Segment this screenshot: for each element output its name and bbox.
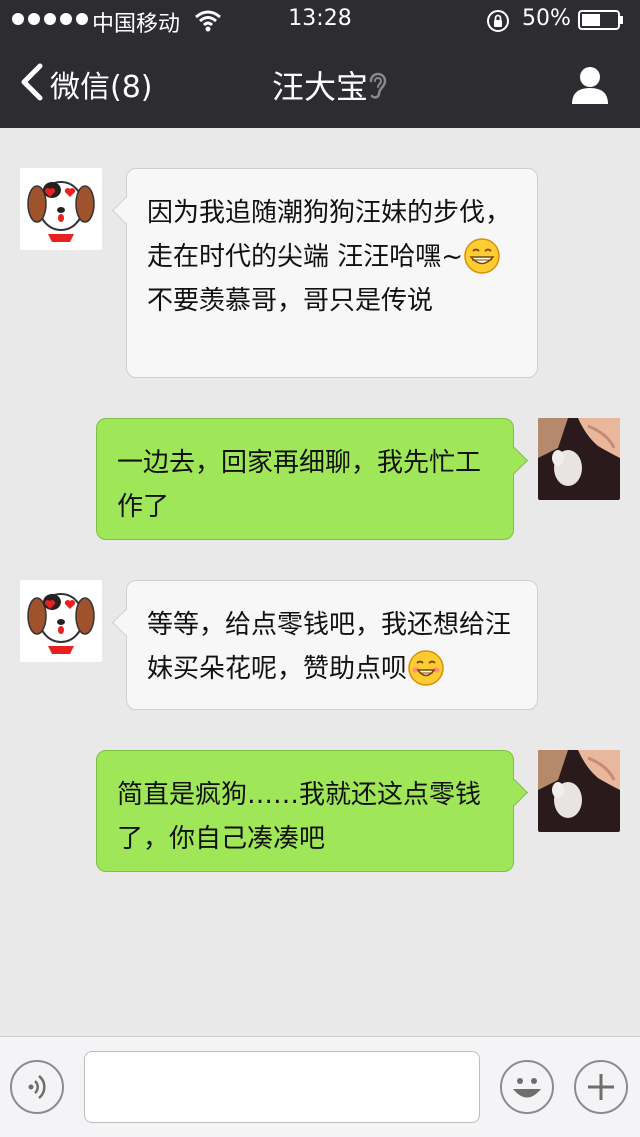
grinning-emoji-icon: [463, 237, 501, 275]
voice-input-button[interactable]: [10, 1060, 64, 1114]
message-input[interactable]: [84, 1051, 480, 1123]
message-text: 因为我追随潮狗狗汪妹的步伐，走在时代的尖端 汪汪哈嘿~: [147, 198, 512, 272]
photo-avatar-icon: [538, 418, 620, 500]
puppy-avatar-icon: [20, 580, 102, 662]
battery-icon: [578, 10, 623, 30]
puppy-avatar-icon: [20, 168, 102, 250]
plus-icon: [588, 1074, 614, 1100]
more-options-button[interactable]: [574, 1060, 628, 1114]
navigation-bar: 微信(8) 汪大宝: [0, 40, 640, 128]
message-text: 简直是疯狗……我就还这点零钱了，你自己凑凑吧: [117, 780, 482, 854]
message-text: 一边去，回家再细聊，我先忙工作了: [117, 448, 482, 522]
rotation-lock-icon: [487, 10, 509, 32]
contact-avatar[interactable]: [20, 168, 102, 250]
my-avatar[interactable]: [538, 750, 620, 832]
my-avatar[interactable]: [538, 418, 620, 500]
incoming-message-bubble[interactable]: 等等，给点零钱吧，我还想给汪妹买朵花呢，赞助点呗: [126, 580, 538, 710]
message-text: 等等，给点零钱吧，我还想给汪妹买朵花呢，赞助点呗: [147, 610, 512, 684]
photo-avatar-icon: [538, 750, 620, 832]
emoji-button[interactable]: [500, 1060, 554, 1114]
battery-percentage: 50%: [522, 6, 571, 31]
message-text: 不要羡慕哥，哥只是传说: [147, 286, 434, 316]
profile-icon[interactable]: [570, 64, 610, 104]
top-bar: 中国移动 13:28 50% 微信(8) 汪大宝: [0, 0, 640, 128]
grinning-emoji-icon: [407, 649, 445, 687]
outgoing-message-bubble[interactable]: 一边去，回家再细聊，我先忙工作了: [96, 418, 514, 540]
emoji-icon: [513, 1078, 541, 1098]
outgoing-message-bubble[interactable]: 简直是疯狗……我就还这点零钱了，你自己凑凑吧: [96, 750, 514, 872]
ear-icon: [369, 72, 387, 99]
contact-avatar[interactable]: [20, 580, 102, 662]
chat-title: 汪大宝: [271, 68, 368, 106]
voice-icon: [28, 1075, 46, 1099]
chat-input-bar: [0, 1036, 640, 1137]
incoming-message-bubble[interactable]: 因为我追随潮狗狗汪妹的步伐，走在时代的尖端 汪汪哈嘿~ 不要羡慕哥，哥只是传说: [126, 168, 538, 378]
status-bar: 中国移动 13:28 50%: [0, 0, 640, 40]
